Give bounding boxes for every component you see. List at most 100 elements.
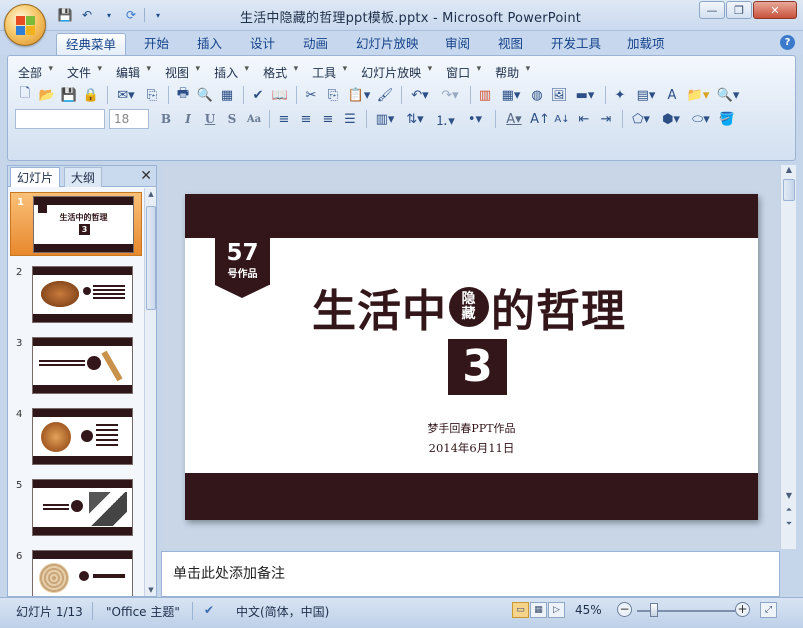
- tab-slides[interactable]: 幻灯片: [10, 167, 61, 187]
- email-icon[interactable]: ✉▾: [112, 85, 140, 105]
- menu-all[interactable]: 全部: [18, 64, 53, 81]
- redo-toolbar-icon[interactable]: ↷▾: [436, 85, 464, 105]
- spelling-icon[interactable]: ✔: [248, 85, 268, 105]
- shape-fill-icon[interactable]: 🪣: [717, 109, 737, 129]
- research-icon[interactable]: 📖: [270, 85, 290, 105]
- scroll-up-icon[interactable]: ▲: [145, 190, 157, 198]
- slide-thumbnail[interactable]: 2: [10, 263, 142, 327]
- format-painter-icon[interactable]: 🖌: [375, 85, 395, 105]
- slide-sorter-button[interactable]: ▦: [530, 602, 547, 618]
- font-color-icon[interactable]: A▾: [500, 109, 528, 129]
- shapes-icon[interactable]: ⬠▾: [627, 109, 655, 129]
- menu-window[interactable]: 窗口: [446, 64, 481, 81]
- slideshow-button[interactable]: ▷: [548, 602, 565, 618]
- decrease-indent-icon[interactable]: ⇤: [574, 109, 594, 129]
- close-button[interactable]: ✕: [753, 1, 797, 19]
- layout-icon[interactable]: ▤▾: [632, 85, 660, 105]
- office-button[interactable]: [4, 4, 46, 46]
- redo-icon[interactable]: ⟳: [122, 6, 140, 24]
- slide-scrollbar[interactable]: ▲ ▼ ⏶ ⏷: [780, 165, 796, 549]
- underline-button[interactable]: U: [199, 109, 221, 129]
- find-icon[interactable]: 🔍▾: [714, 85, 742, 105]
- slide-thumbnail[interactable]: 1 生活中的哲理 3: [10, 192, 142, 256]
- slide-thumbnail[interactable]: 4: [10, 405, 142, 469]
- font-size-field[interactable]: 18: [109, 109, 149, 129]
- maximize-button[interactable]: ❐: [726, 1, 752, 19]
- tab-developer[interactable]: 开发工具: [542, 33, 610, 55]
- columns-icon[interactable]: ▥▾: [371, 109, 399, 129]
- publish-icon[interactable]: ⎘: [142, 85, 162, 105]
- slide-thumbnail[interactable]: 3: [10, 334, 142, 398]
- color-grayscale-icon[interactable]: ▬▾: [571, 85, 599, 105]
- tab-home[interactable]: 开始: [135, 33, 178, 55]
- previous-slide-icon[interactable]: ⏶: [781, 505, 797, 519]
- tab-view[interactable]: 视图: [489, 33, 532, 55]
- grow-font-icon[interactable]: A↑: [530, 109, 550, 129]
- quick-styles-icon[interactable]: ⬭▾: [687, 109, 715, 129]
- scrollbar-thumb[interactable]: [146, 206, 156, 310]
- char-spacing-button[interactable]: Aa: [243, 109, 265, 129]
- shrink-font-icon[interactable]: A↓: [552, 109, 572, 129]
- tab-addins[interactable]: 加载项: [618, 33, 674, 55]
- increase-indent-icon[interactable]: ⇥: [596, 109, 616, 129]
- paste-icon[interactable]: 📋▾: [345, 85, 373, 105]
- tab-review[interactable]: 审阅: [436, 33, 479, 55]
- save-icon[interactable]: 💾: [56, 6, 74, 24]
- align-right-icon[interactable]: ≡: [318, 109, 338, 129]
- scrollbar-thumb[interactable]: [783, 179, 795, 201]
- help-icon[interactable]: ?: [780, 35, 795, 50]
- text-direction-icon[interactable]: ⇅▾: [401, 109, 429, 129]
- menu-view[interactable]: 视图: [165, 64, 200, 81]
- arrange-icon[interactable]: ⬢▾: [657, 109, 685, 129]
- numbering-icon[interactable]: ⒈▾: [431, 109, 459, 129]
- menu-slideshow[interactable]: 幻灯片放映: [361, 64, 432, 81]
- slide-sorter-icon[interactable]: ▦: [217, 85, 237, 105]
- insert-clipart-icon[interactable]: ◍: [527, 85, 547, 105]
- textbox-icon[interactable]: A: [662, 85, 682, 105]
- zoom-level[interactable]: 45%: [575, 603, 602, 617]
- print-preview-icon[interactable]: 🔍: [195, 85, 215, 105]
- justify-icon[interactable]: ☰: [340, 109, 360, 129]
- scroll-down-icon[interactable]: ▼: [781, 491, 797, 505]
- save-toolbar-icon[interactable]: 💾: [59, 85, 79, 105]
- copy-icon[interactable]: ⎘: [323, 85, 343, 105]
- tab-slideshow[interactable]: 幻灯片放映: [347, 33, 428, 55]
- menu-format[interactable]: 格式: [263, 64, 298, 81]
- insert-table-icon[interactable]: ▦▾: [497, 85, 525, 105]
- notes-pane[interactable]: 单击此处添加备注: [161, 551, 780, 597]
- zoom-in-button[interactable]: +: [735, 602, 750, 617]
- close-pane-icon[interactable]: ✕: [140, 168, 152, 184]
- spell-check-icon[interactable]: ✔: [204, 603, 214, 617]
- scroll-down-icon[interactable]: ▼: [145, 586, 157, 594]
- current-slide[interactable]: 57 号作品 生活中 隐 藏 的哲理 3 梦手回春PPT作品 2014年6月11…: [185, 194, 758, 520]
- language-indicator[interactable]: 中文(简体，中国): [236, 603, 329, 620]
- customize-qat-icon[interactable]: ▾: [149, 6, 167, 24]
- shadow-button[interactable]: S: [221, 109, 243, 129]
- insert-chart-icon[interactable]: ▥: [475, 85, 495, 105]
- open-file-icon[interactable]: 📂: [37, 85, 57, 105]
- menu-tools[interactable]: 工具: [312, 64, 347, 81]
- next-slide-icon[interactable]: ⏷: [781, 519, 797, 533]
- folder-icon[interactable]: 📁▾: [684, 85, 712, 105]
- tab-design[interactable]: 设计: [241, 33, 284, 55]
- menu-edit[interactable]: 编辑: [116, 64, 151, 81]
- align-center-icon[interactable]: ≡: [296, 109, 316, 129]
- new-file-icon[interactable]: 🗋: [15, 85, 35, 105]
- menu-help[interactable]: 帮助: [495, 64, 530, 81]
- font-name-field[interactable]: [15, 109, 105, 129]
- undo-dropdown-icon[interactable]: ▾: [100, 6, 118, 24]
- tab-animation[interactable]: 动画: [294, 33, 337, 55]
- bullets-icon[interactable]: •▾: [461, 109, 489, 129]
- cut-icon[interactable]: ✂: [301, 85, 321, 105]
- tab-insert[interactable]: 插入: [188, 33, 231, 55]
- menu-insert[interactable]: 插入: [214, 64, 249, 81]
- new-slide-icon[interactable]: ✦: [610, 85, 630, 105]
- zoom-slider-handle[interactable]: [650, 603, 658, 617]
- menu-file[interactable]: 文件: [67, 64, 102, 81]
- bold-button[interactable]: B: [155, 109, 177, 129]
- insert-picture-icon[interactable]: 🖼: [549, 85, 569, 105]
- tab-classic-menu[interactable]: 经典菜单: [56, 33, 127, 55]
- print-icon[interactable]: 🖶: [173, 85, 193, 105]
- minimize-button[interactable]: —: [699, 1, 725, 19]
- align-left-icon[interactable]: ≡: [274, 109, 294, 129]
